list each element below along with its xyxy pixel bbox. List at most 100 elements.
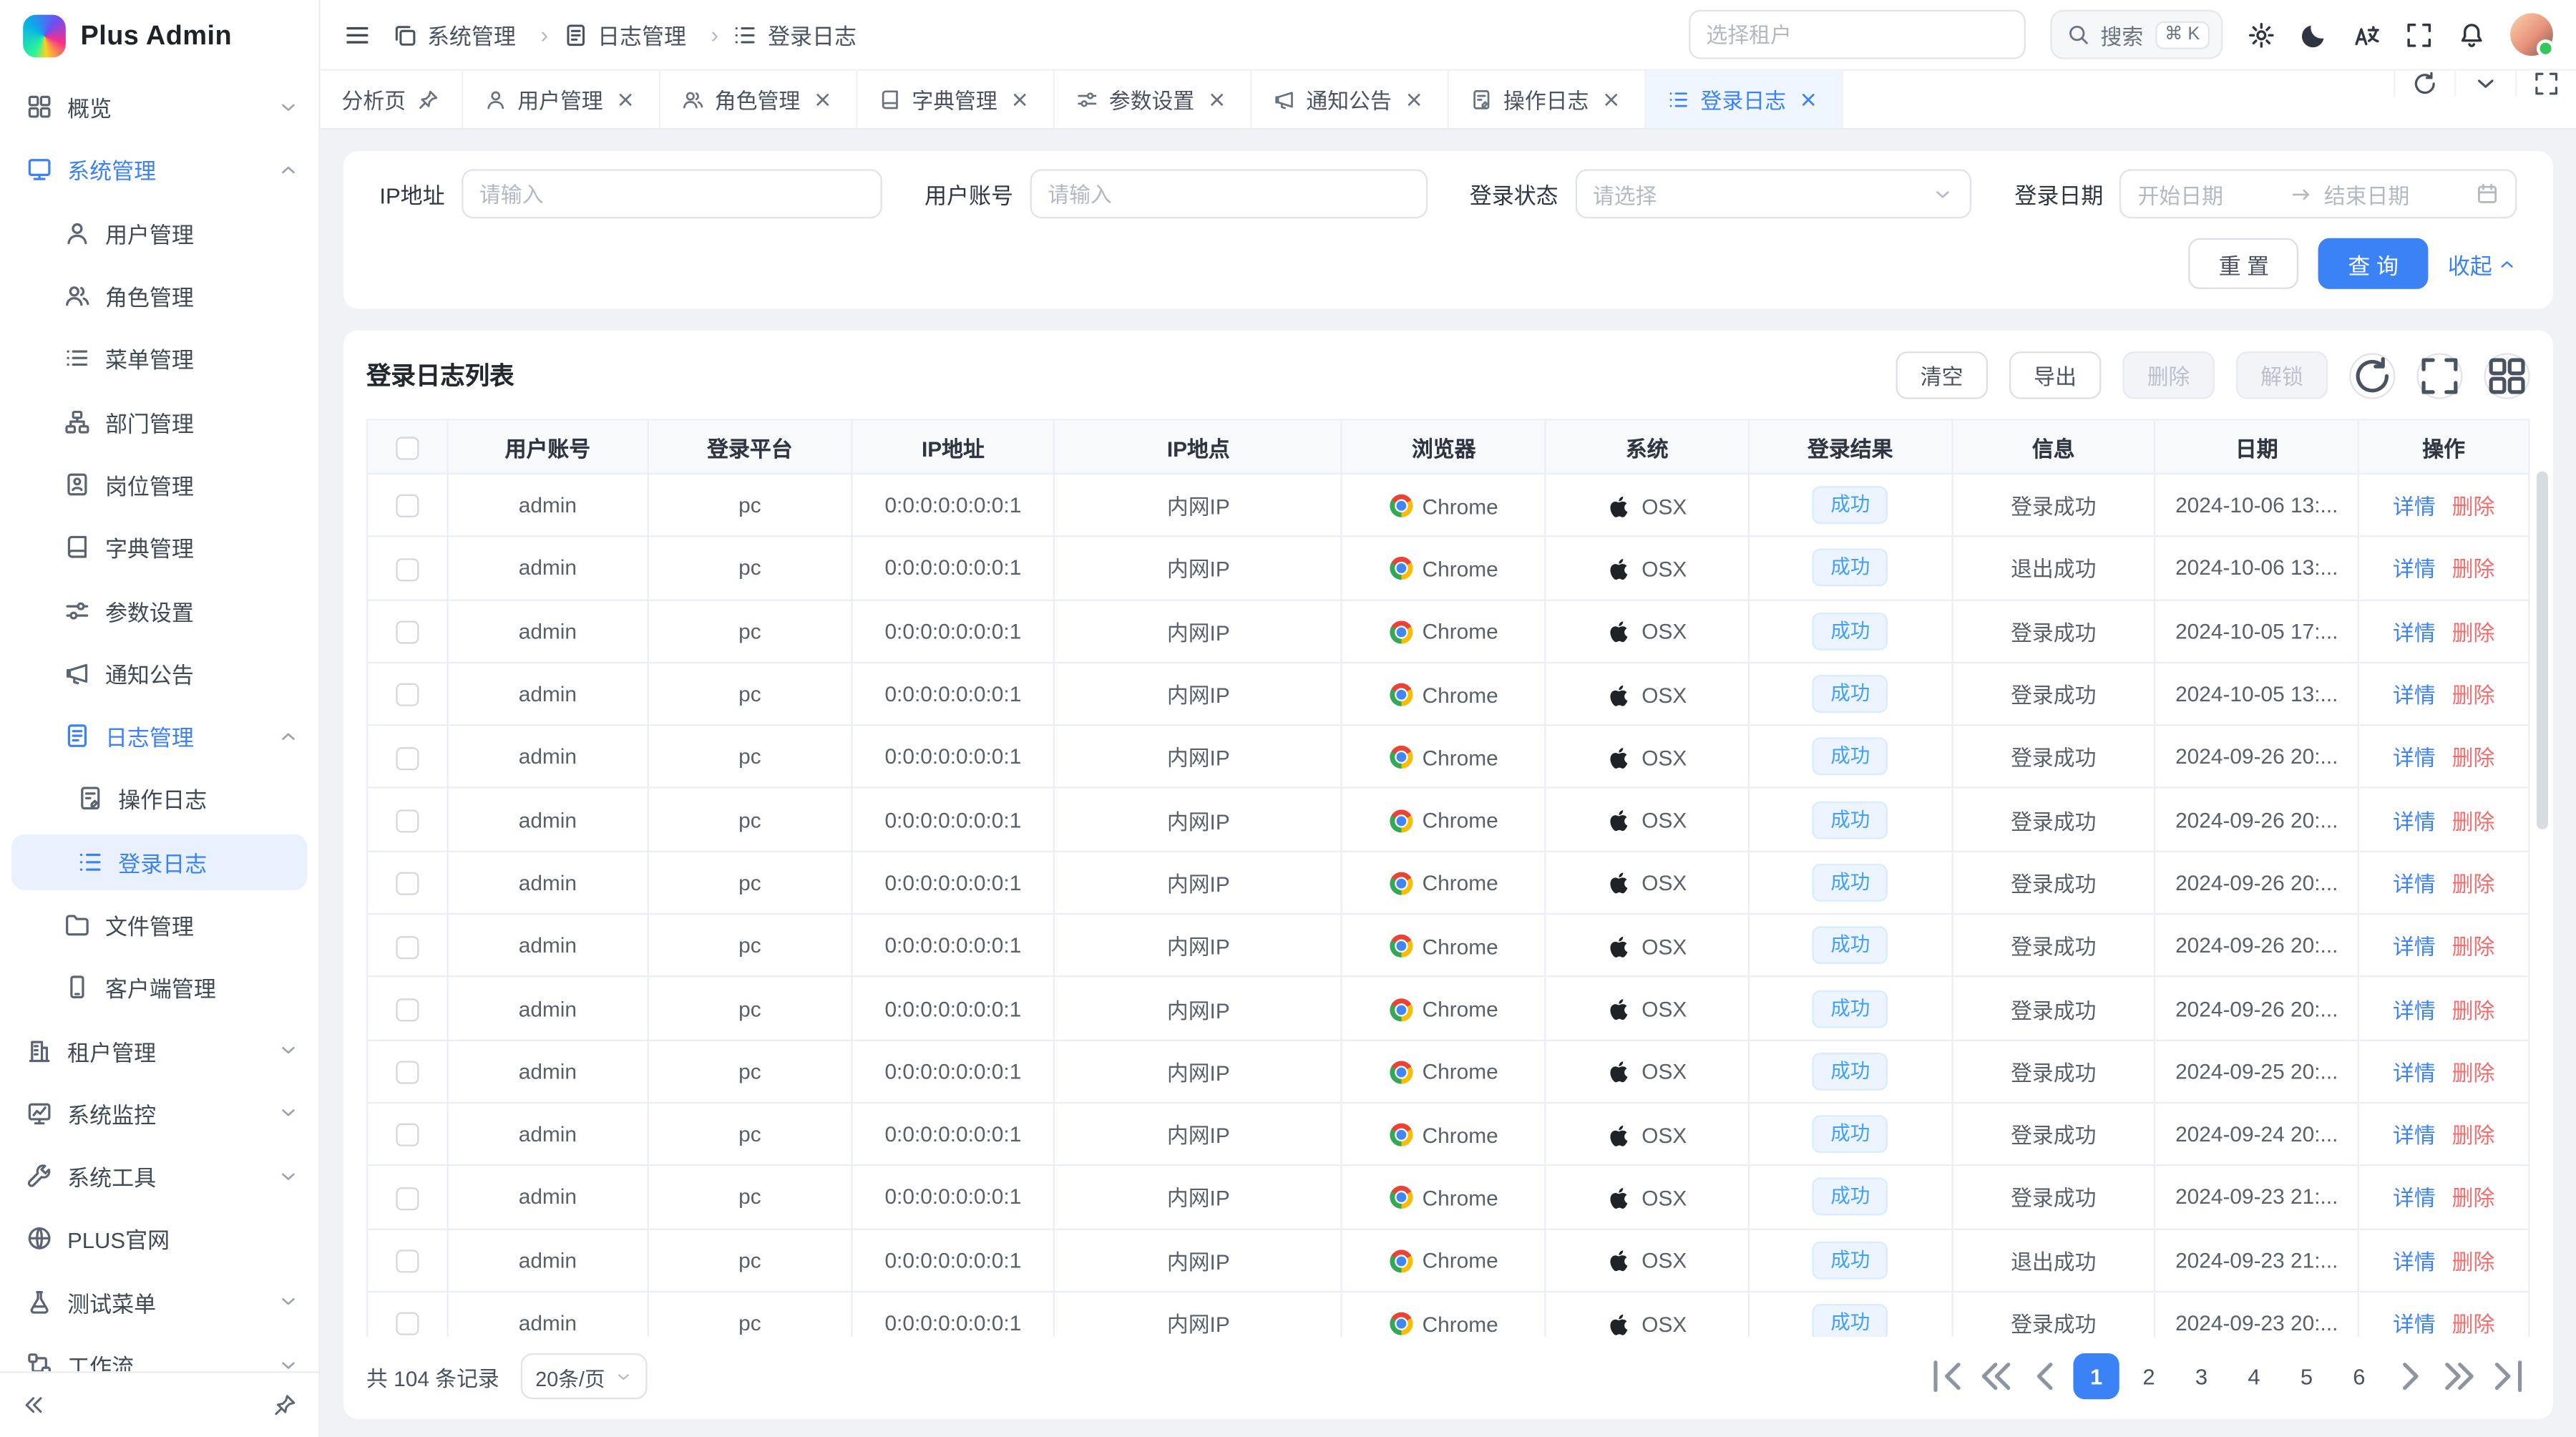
delete-link[interactable]: 删除 <box>2452 1124 2495 1148</box>
detail-link[interactable]: 详情 <box>2393 809 2436 834</box>
sidebar-item[interactable]: 岗位管理 <box>0 453 318 516</box>
sidebar-item[interactable]: 用户管理 <box>0 201 318 264</box>
table-row[interactable]: admin pc 0:0:0:0:0:0:0:1 内网IP Chrome <box>367 537 2529 600</box>
row-checkbox[interactable] <box>396 872 419 895</box>
table-row[interactable]: admin pc 0:0:0:0:0:0:0:1 内网IP Chrome <box>367 851 2529 914</box>
page-dprev-icon[interactable] <box>1975 1353 2018 1399</box>
detail-link[interactable]: 详情 <box>2393 935 2436 959</box>
sidebar-item[interactable]: 登录日志 <box>11 834 307 890</box>
tab-close-icon[interactable] <box>811 88 834 110</box>
app-logo[interactable]: Plus Admin <box>0 0 318 72</box>
row-checkbox[interactable] <box>396 746 419 769</box>
tenant-select[interactable] <box>1688 10 2025 59</box>
row-checkbox[interactable] <box>396 1187 419 1209</box>
tab[interactable]: 通知公告 <box>1252 71 1449 128</box>
sidebar-item[interactable]: 通知公告 <box>0 642 318 705</box>
sidebar-item[interactable]: 部门管理 <box>0 390 318 453</box>
detail-link[interactable]: 详情 <box>2393 998 2436 1022</box>
gear-icon[interactable] <box>2248 21 2275 49</box>
page-number-button[interactable]: 2 <box>2126 1353 2172 1399</box>
sidebar-item[interactable]: 参数设置 <box>0 579 318 642</box>
detail-link[interactable]: 详情 <box>2393 557 2436 582</box>
table-row[interactable]: admin pc 0:0:0:0:0:0:0:1 内网IP Chrome <box>367 474 2529 537</box>
sidebar-item[interactable]: 日志管理 <box>0 704 318 767</box>
fullscreen-icon[interactable] <box>2416 352 2462 398</box>
delete-link[interactable]: 删除 <box>2452 746 2495 771</box>
delete-link[interactable]: 删除 <box>2452 809 2495 834</box>
collapse-filters-link[interactable]: 收起 <box>2448 247 2517 280</box>
page-size-select[interactable]: 20条/页 <box>521 1353 648 1399</box>
translate-icon[interactable] <box>2353 21 2381 49</box>
table-row[interactable]: admin pc 0:0:0:0:0:0:0:1 内网IP Chrome <box>367 1103 2529 1166</box>
table-row[interactable]: admin pc 0:0:0:0:0:0:0:1 内网IP Chrome <box>367 1040 2529 1103</box>
sidebar-item[interactable]: 测试菜单 <box>0 1270 318 1333</box>
table-row[interactable]: admin pc 0:0:0:0:0:0:0:1 内网IP Chrome <box>367 663 2529 726</box>
table-row[interactable]: admin pc 0:0:0:0:0:0:0:1 内网IP Chrome <box>367 1229 2529 1292</box>
refresh-icon[interactable] <box>2349 352 2395 398</box>
page-number-button[interactable]: 4 <box>2231 1353 2277 1399</box>
page-number-button[interactable]: 3 <box>2178 1353 2224 1399</box>
tab-close-icon[interactable] <box>1403 88 1425 110</box>
tab[interactable]: 字典管理 <box>857 71 1054 128</box>
page-last-icon[interactable] <box>2487 1353 2530 1399</box>
fullscreen-icon[interactable] <box>2515 71 2576 97</box>
delete-link[interactable]: 删除 <box>2452 1250 2495 1274</box>
tab-close-icon[interactable] <box>1206 88 1228 110</box>
sidebar-item[interactable]: 系统监控 <box>0 1082 318 1145</box>
tab[interactable]: 登录日志 <box>1646 71 1843 128</box>
tab[interactable]: 角色管理 <box>660 71 857 128</box>
unlock-button[interactable]: 解锁 <box>2236 351 2328 399</box>
bell-icon[interactable] <box>2458 21 2486 49</box>
detail-link[interactable]: 详情 <box>2393 1250 2436 1274</box>
moon-icon[interactable] <box>2300 21 2328 49</box>
detail-link[interactable]: 详情 <box>2393 683 2436 708</box>
row-checkbox[interactable] <box>396 1124 419 1147</box>
delete-link[interactable]: 删除 <box>2452 620 2495 645</box>
row-checkbox[interactable] <box>396 809 419 832</box>
sidebar-item[interactable]: 菜单管理 <box>0 327 318 390</box>
sidebar-item[interactable]: 角色管理 <box>0 264 318 327</box>
delete-link[interactable]: 删除 <box>2452 1187 2495 1211</box>
row-checkbox[interactable] <box>396 1061 419 1084</box>
export-button[interactable]: 导出 <box>2009 351 2102 399</box>
page-first-icon[interactable] <box>1926 1353 1968 1399</box>
breadcrumb-item[interactable]: 系统管理 <box>393 18 563 51</box>
tab-close-icon[interactable] <box>1009 88 1031 110</box>
sidebar-item[interactable]: 租户管理 <box>0 1019 318 1082</box>
page-number-button[interactable]: 1 <box>2073 1353 2119 1399</box>
delete-button[interactable]: 删除 <box>2122 351 2215 399</box>
delete-link[interactable]: 删除 <box>2452 683 2495 708</box>
clear-button[interactable]: 清空 <box>1896 351 1988 399</box>
row-checkbox[interactable] <box>396 1312 419 1335</box>
detail-link[interactable]: 详情 <box>2393 1187 2436 1211</box>
detail-link[interactable]: 详情 <box>2393 1061 2436 1085</box>
sidebar-item[interactable]: 工作流 <box>0 1333 318 1371</box>
delete-link[interactable]: 删除 <box>2452 1061 2495 1085</box>
refresh-icon[interactable] <box>2394 71 2454 97</box>
delete-link[interactable]: 删除 <box>2452 557 2495 582</box>
row-checkbox[interactable] <box>396 935 419 958</box>
global-search[interactable]: 搜索 ⌘ K <box>2049 10 2223 59</box>
reset-button[interactable]: 重 置 <box>2189 238 2298 289</box>
page-number-button[interactable]: 5 <box>2283 1353 2329 1399</box>
sidebar-item[interactable]: 操作日志 <box>0 767 318 830</box>
tab[interactable]: 用户管理 <box>462 71 660 128</box>
ip-address-input[interactable] <box>462 169 882 218</box>
page-dnext-icon[interactable] <box>2438 1353 2481 1399</box>
breadcrumb-item[interactable]: 登录日志 <box>733 18 857 51</box>
tab[interactable]: 参数设置 <box>1054 71 1252 128</box>
delete-link[interactable]: 删除 <box>2452 872 2495 896</box>
sidebar-item[interactable]: 客户端管理 <box>0 956 318 1019</box>
detail-link[interactable]: 详情 <box>2393 872 2436 896</box>
sidebar-item[interactable]: 文件管理 <box>0 893 318 956</box>
row-checkbox[interactable] <box>396 683 419 706</box>
detail-link[interactable]: 详情 <box>2393 1312 2436 1337</box>
grid-icon[interactable] <box>2484 352 2529 398</box>
fullscreen-icon[interactable] <box>2405 21 2433 49</box>
detail-link[interactable]: 详情 <box>2393 746 2436 771</box>
table-row[interactable]: admin pc 0:0:0:0:0:0:0:1 内网IP Chrome <box>367 788 2529 851</box>
table-scrollbar[interactable] <box>2537 472 2548 829</box>
table-row[interactable]: admin pc 0:0:0:0:0:0:0:1 内网IP Chrome <box>367 914 2529 977</box>
delete-link[interactable]: 删除 <box>2452 1312 2495 1337</box>
tab[interactable]: 操作日志 <box>1448 71 1646 128</box>
